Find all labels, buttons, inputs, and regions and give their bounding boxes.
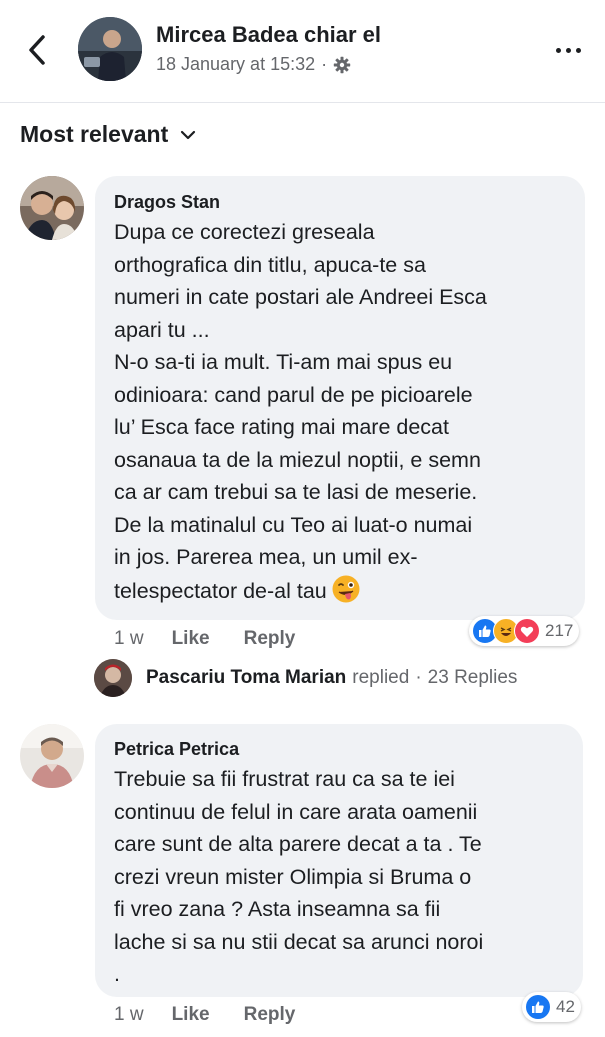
comment-timestamp[interactable]: 1 w: [114, 1004, 144, 1026]
like-reaction-icon: [525, 994, 551, 1020]
more-options-button[interactable]: [548, 38, 588, 62]
sort-label: Most relevant: [20, 121, 169, 147]
back-button[interactable]: [22, 32, 52, 68]
reply-count: 23 Replies: [427, 667, 518, 688]
winking-tongue-emoji-icon: [332, 575, 360, 602]
reply-separator: ·: [415, 667, 422, 688]
comment-sort-dropdown[interactable]: Most relevant: [20, 121, 196, 148]
commenter-avatar[interactable]: [20, 176, 84, 240]
post-timestamp[interactable]: 18 January at 15:32: [156, 54, 315, 75]
more-horizontal-icon: [555, 47, 561, 53]
reply-verb: replied: [352, 667, 410, 688]
comment-author[interactable]: Dragos Stan: [114, 192, 220, 213]
like-button[interactable]: Like: [172, 628, 210, 650]
reaction-count: 217: [545, 621, 574, 640]
post-header: Mircea Badea chiar el 18 January at 15:3…: [0, 0, 605, 103]
meta-separator: ·: [321, 54, 328, 74]
gear-icon: [333, 56, 351, 73]
comment-text-last-line: telespectator de-al tau: [114, 578, 327, 603]
page-avatar[interactable]: [78, 17, 142, 81]
post-meta: 18 January at 15:32 ·: [156, 54, 351, 75]
reply-button[interactable]: Reply: [244, 628, 296, 650]
reaction-summary[interactable]: 217: [469, 616, 580, 646]
reply-button[interactable]: Reply: [244, 1004, 296, 1026]
page-name[interactable]: Mircea Badea chiar el: [156, 22, 381, 48]
comment-actions: 1 w Like Reply: [114, 628, 329, 650]
love-reaction-icon: [514, 618, 540, 644]
reaction-count: 42: [556, 997, 575, 1016]
comment-actions: 1 w Like Reply: [114, 1004, 329, 1026]
like-button[interactable]: Like: [172, 1004, 210, 1026]
comment-author[interactable]: Petrica Petrica: [114, 739, 239, 760]
comment-text: Dupa ce corectezi greseala orthografica …: [114, 216, 584, 607]
chevron-down-icon: [181, 130, 196, 139]
comment-text-body: Dupa ce corectezi greseala orthografica …: [114, 220, 487, 569]
chevron-left-icon: [29, 35, 45, 65]
comment-text: Trebuie sa fii frustrat rau ca sa te iei…: [114, 767, 484, 986]
reply-author: Pascariu Toma Marian: [146, 667, 347, 688]
reply-avatar: [94, 659, 132, 697]
commenter-avatar[interactable]: [20, 724, 84, 788]
comment-timestamp[interactable]: 1 w: [114, 628, 144, 650]
reaction-summary[interactable]: 42: [522, 992, 581, 1022]
view-replies-link[interactable]: Pascariu Toma Marian replied · 23 Replie…: [94, 659, 517, 697]
